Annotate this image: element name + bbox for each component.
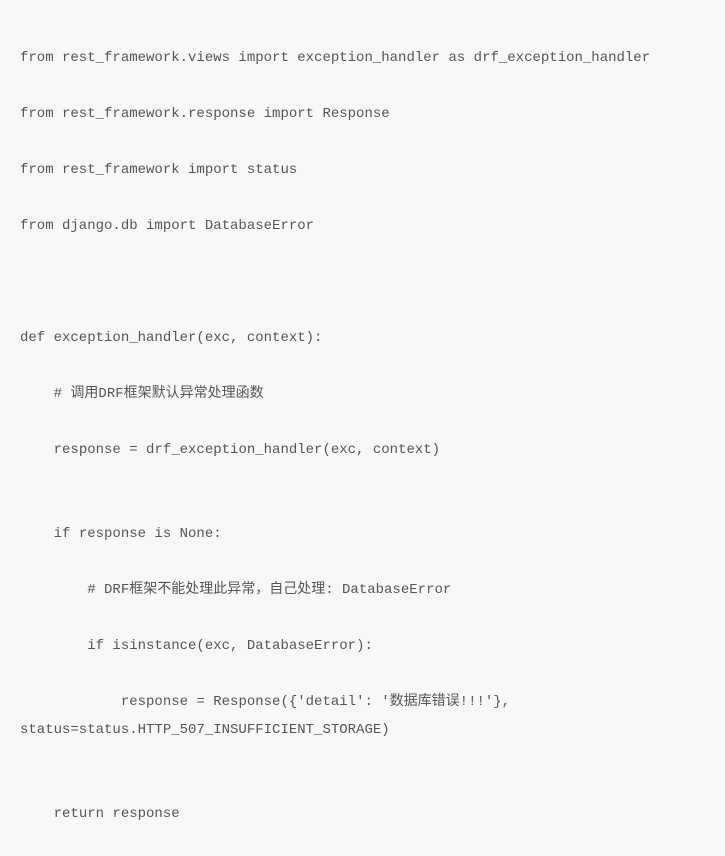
code-line: from rest_framework.views import excepti…	[20, 44, 705, 72]
code-line: from rest_framework.response import Resp…	[20, 100, 705, 128]
code-line: if response is None:	[20, 520, 705, 548]
code-line: return response	[20, 800, 705, 828]
code-block: from rest_framework.views import excepti…	[20, 16, 705, 856]
code-line: # 调用DRF框架默认异常处理函数	[20, 380, 705, 408]
code-line: def exception_handler(exc, context):	[20, 324, 705, 352]
code-line: from rest_framework import status	[20, 156, 705, 184]
code-line: if isinstance(exc, DatabaseError):	[20, 632, 705, 660]
code-line: response = drf_exception_handler(exc, co…	[20, 436, 705, 464]
code-line: response = Response({'detail': '数据库错误!!!…	[20, 688, 705, 744]
code-line: from django.db import DatabaseError	[20, 212, 705, 240]
code-line: # DRF框架不能处理此异常，自己处理: DatabaseError	[20, 576, 705, 604]
